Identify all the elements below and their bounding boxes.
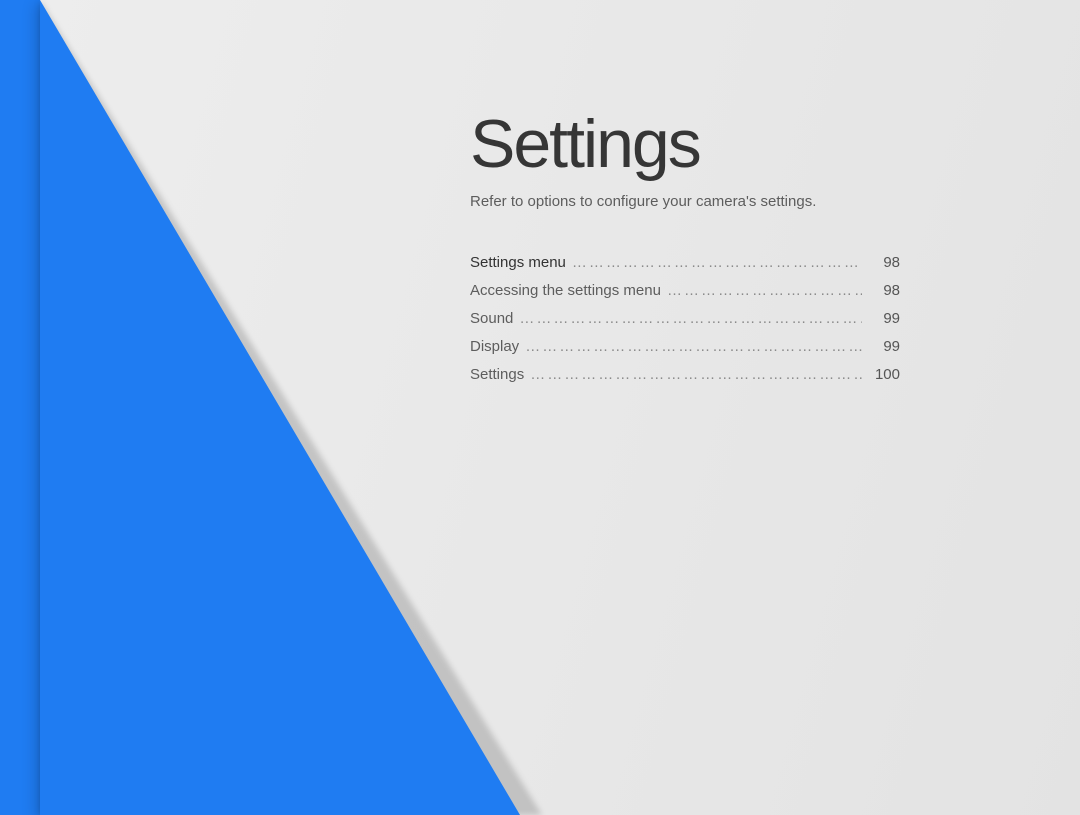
content-block: Settings Refer to options to configure y… (470, 105, 990, 394)
toc-label: Sound (470, 310, 513, 327)
toc-label: Settings menu (470, 254, 566, 271)
toc-page-number: 98 (868, 282, 900, 299)
toc-page-number: 99 (868, 338, 900, 355)
page-fold (40, 0, 520, 815)
toc-page-number: 99 (868, 310, 900, 327)
toc-label: Display (470, 338, 519, 355)
toc-label: Accessing the settings menu (470, 282, 661, 299)
table-of-contents: Settings menu 98 Accessing the settings … (470, 254, 900, 383)
toc-row[interactable]: Settings menu 98 (470, 254, 900, 271)
toc-dot-leader (530, 366, 862, 383)
toc-label: Settings (470, 366, 524, 383)
toc-row[interactable]: Settings 100 (470, 366, 900, 383)
toc-dot-leader (519, 310, 862, 327)
toc-dot-leader (525, 338, 862, 355)
toc-dot-leader (572, 254, 862, 271)
toc-row[interactable]: Accessing the settings menu 98 (470, 282, 900, 299)
toc-row[interactable]: Sound 99 (470, 310, 900, 327)
toc-page-number: 98 (868, 254, 900, 271)
toc-dot-leader (667, 282, 862, 299)
page-title: Settings (470, 105, 990, 183)
toc-page-number: 100 (868, 366, 900, 383)
document-page: Settings Refer to options to configure y… (40, 0, 1080, 815)
page-subtitle: Refer to options to configure your camer… (470, 193, 990, 210)
toc-row[interactable]: Display 99 (470, 338, 900, 355)
